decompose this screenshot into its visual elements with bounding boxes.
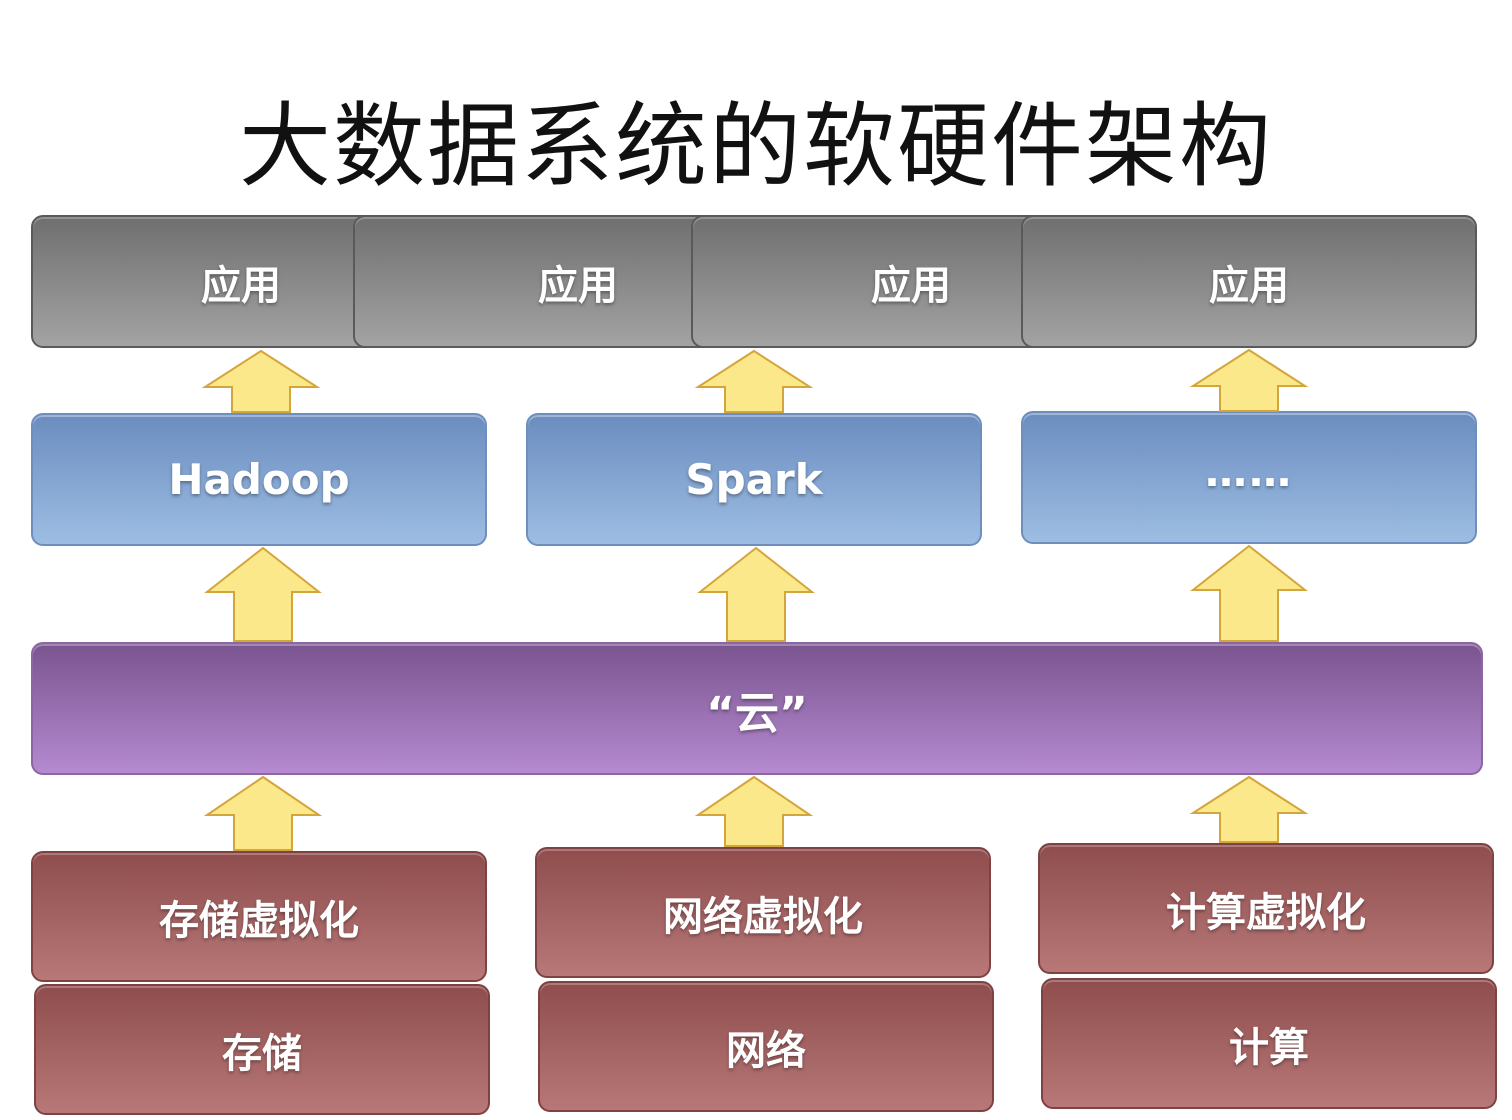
framework-label: Spark <box>685 455 823 504</box>
cloud-layer-box: “云” <box>31 642 1483 775</box>
up-arrow-icon <box>1190 544 1308 642</box>
up-arrow-icon <box>201 349 321 413</box>
hardware-label: 网络 <box>726 1027 806 1074</box>
up-arrow-icon <box>1189 775 1309 843</box>
framework-box-hadoop: Hadoop <box>31 413 487 546</box>
up-arrow-icon <box>203 775 323 851</box>
network-box: 网络 <box>538 981 994 1112</box>
framework-label: …… <box>1205 447 1293 496</box>
application-label: 应用 <box>538 262 618 309</box>
framework-box-other: …… <box>1021 411 1477 544</box>
application-label: 应用 <box>871 262 951 309</box>
storage-virtualization-box: 存储虚拟化 <box>31 851 487 982</box>
application-label: 应用 <box>1209 262 1289 309</box>
up-arrow-icon <box>694 349 814 413</box>
up-arrow-icon <box>694 775 814 847</box>
up-arrow-icon <box>1189 348 1309 412</box>
compute-box: 计算 <box>1041 978 1497 1109</box>
application-label: 应用 <box>201 262 281 309</box>
compute-virtualization-box: 计算虚拟化 <box>1038 843 1494 974</box>
network-virtualization-box: 网络虚拟化 <box>535 847 991 978</box>
cloud-label: “云” <box>706 687 808 739</box>
hardware-label: 计算 <box>1229 1024 1309 1071</box>
framework-box-spark: Spark <box>526 413 982 546</box>
virtualization-label: 计算虚拟化 <box>1166 889 1366 936</box>
virtualization-label: 存储虚拟化 <box>159 897 359 944</box>
framework-label: Hadoop <box>168 455 350 504</box>
up-arrow-icon <box>204 546 322 642</box>
hardware-label: 存储 <box>222 1030 302 1077</box>
diagram-title: 大数据系统的软硬件架构 <box>238 93 1273 200</box>
application-box-4: 应用 <box>1021 215 1477 348</box>
storage-box: 存储 <box>34 984 490 1115</box>
virtualization-label: 网络虚拟化 <box>663 893 863 940</box>
up-arrow-icon <box>697 546 815 642</box>
